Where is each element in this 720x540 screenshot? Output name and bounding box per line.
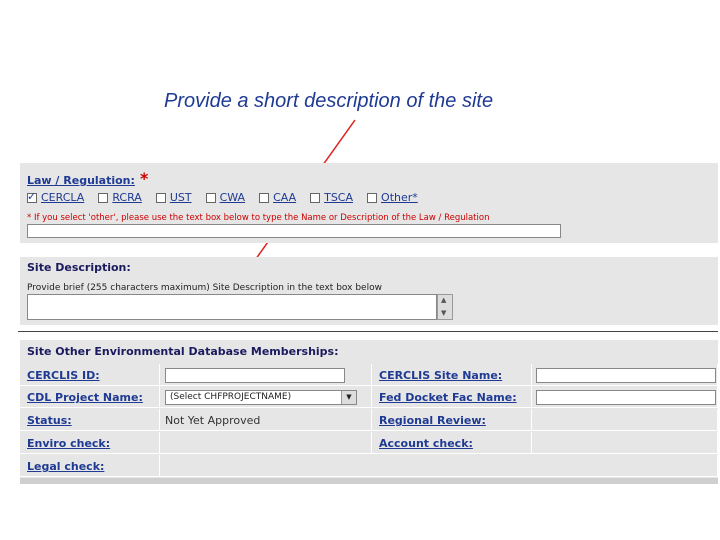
section-divider xyxy=(18,331,718,332)
horizontal-scrollbar[interactable] xyxy=(20,478,718,484)
regional-review-label-cell: Regional Review: xyxy=(372,409,532,431)
textarea-scrollbar[interactable]: ▲ ▼ xyxy=(437,294,453,320)
project-name-cell: (Select CHFPROJECTNAME) ▼ xyxy=(160,386,372,408)
fed-docket-label-cell: Fed Docket Fac Name: xyxy=(372,386,532,408)
cerclis-id-input[interactable] xyxy=(165,368,345,383)
site-description-panel: Site Description: Provide brief (255 cha… xyxy=(20,257,718,325)
scroll-up-icon[interactable]: ▲ xyxy=(441,296,446,304)
enviro-check-label-cell: Enviro check: xyxy=(20,432,160,454)
memberships-row-status: Status: Not Yet Approved Regional Review… xyxy=(20,409,718,431)
checkbox-tsca[interactable] xyxy=(310,192,321,203)
project-name-label-cell: CDL Project Name: xyxy=(20,386,160,408)
status-label-cell: Status: xyxy=(20,409,160,431)
regional-review-label: Regional Review: xyxy=(379,414,486,427)
memberships-row-cerclis: CERCLIS ID: CERCLIS Site Name: xyxy=(20,364,718,386)
cerclis-id-label: CERCLIS ID: xyxy=(27,369,100,382)
legal-check-cell xyxy=(160,455,718,477)
account-check-label-cell: Account check: xyxy=(372,432,532,454)
checkbox-caa[interactable] xyxy=(259,192,270,203)
checkbox-ust[interactable] xyxy=(155,192,166,203)
checkbox-rcra[interactable] xyxy=(98,192,109,203)
cerclis-id-label-cell: CERCLIS ID: xyxy=(20,364,160,386)
regional-review-cell xyxy=(532,409,718,431)
law-option-rcra[interactable]: RCRA xyxy=(98,191,142,204)
checkbox-cwa[interactable] xyxy=(205,192,216,203)
memberships-row-project: CDL Project Name: (Select CHFPROJECTNAME… xyxy=(20,386,718,408)
project-name-select[interactable]: (Select CHFPROJECTNAME) ▼ xyxy=(165,390,357,405)
cerclis-site-name-label: CERCLIS Site Name: xyxy=(379,369,503,382)
enviro-check-cell xyxy=(160,432,372,454)
law-option-cwa[interactable]: CWA xyxy=(205,191,245,204)
law-option-ust[interactable]: UST xyxy=(155,191,192,204)
site-description-hint: Provide brief (255 characters maximum) S… xyxy=(27,283,382,293)
memberships-row-checks: Enviro check: Account check: xyxy=(20,432,718,454)
legal-check-label-cell: Legal check: xyxy=(20,455,160,477)
required-mark: * xyxy=(140,169,149,188)
status-value-cell: Not Yet Approved xyxy=(160,409,372,431)
law-option-cercla[interactable]: CERCLA xyxy=(27,190,84,204)
memberships-row-legal: Legal check: xyxy=(20,455,718,477)
project-name-label: CDL Project Name: xyxy=(27,391,143,404)
account-check-cell xyxy=(532,432,718,454)
fed-docket-cell xyxy=(532,386,718,408)
law-other-note: * If you select 'other', please use the … xyxy=(27,213,490,223)
status-label: Status: xyxy=(27,414,72,427)
status-value: Not Yet Approved xyxy=(165,414,261,427)
cerclis-site-name-cell xyxy=(532,364,718,386)
memberships-title: Site Other Environmental Database Member… xyxy=(27,345,339,358)
dropdown-arrow-icon[interactable]: ▼ xyxy=(341,391,356,404)
site-description-textarea[interactable] xyxy=(27,294,437,320)
law-regulation-title: Law / Regulation: * xyxy=(27,169,149,188)
checkbox-other[interactable] xyxy=(367,192,378,203)
cerclis-id-cell xyxy=(160,364,372,386)
cerclis-site-name-input[interactable] xyxy=(536,368,716,383)
law-checkbox-row: CERCLA RCRA UST CWA CAA TSCA Other* xyxy=(27,190,418,204)
legal-check-label: Legal check: xyxy=(27,460,105,473)
enviro-check-label: Enviro check: xyxy=(27,437,111,450)
law-option-tsca[interactable]: TSCA xyxy=(310,191,353,204)
account-check-label: Account check: xyxy=(379,437,473,450)
checkbox-cercla[interactable] xyxy=(27,190,37,203)
law-option-caa[interactable]: CAA xyxy=(259,191,296,204)
scroll-down-icon[interactable]: ▼ xyxy=(441,309,446,317)
law-option-other[interactable]: Other* xyxy=(367,191,418,204)
caption-text: Provide a short description of the site xyxy=(164,90,494,112)
memberships-panel: Site Other Environmental Database Member… xyxy=(20,340,718,480)
fed-docket-input[interactable] xyxy=(536,390,716,405)
law-other-input[interactable] xyxy=(27,224,561,238)
law-regulation-panel: Law / Regulation: * CERCLA RCRA UST CWA … xyxy=(20,163,718,243)
site-description-title: Site Description: xyxy=(27,261,131,274)
fed-docket-label: Fed Docket Fac Name: xyxy=(379,391,517,404)
cerclis-site-name-label-cell: CERCLIS Site Name: xyxy=(372,364,532,386)
